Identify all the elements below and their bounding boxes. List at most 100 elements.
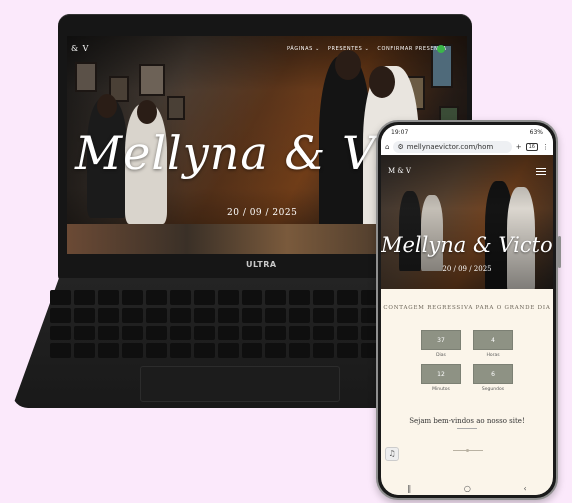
head [335, 50, 361, 80]
keyboard-key [97, 343, 119, 358]
hero-date: 20 / 09 / 2025 [442, 265, 492, 273]
status-time: 19:07 [391, 128, 409, 136]
back-icon[interactable]: ‹ [523, 484, 526, 493]
countdown-value: 37 [421, 330, 461, 350]
countdown-value: 12 [421, 364, 461, 384]
home-icon[interactable]: ⌂ [385, 143, 389, 151]
keyboard-key [145, 307, 167, 323]
keyboard-key [50, 343, 71, 358]
head [137, 100, 157, 124]
countdown-label: Dias [436, 353, 446, 358]
keyboard-key [241, 325, 263, 341]
browser-url-bar: ⌂ ⚙ mellynaevictor.com/hom + 16 ⋮ [381, 139, 553, 155]
countdown-minutes: 12 Minutos [421, 364, 461, 392]
wall-frame [139, 64, 165, 96]
phone-hero: M & V Mellyna & Victor 20 / 09 / 2025 [381, 155, 553, 289]
keyboard-key [289, 290, 311, 305]
keyboard-key [97, 325, 119, 341]
keyboard-key [265, 325, 287, 341]
music-note-icon[interactable]: ♫ [385, 447, 399, 461]
keyboard-key [97, 307, 119, 323]
keyboard-key [289, 307, 311, 323]
keyboard-key [217, 290, 239, 305]
android-nav-bar: ‖ ○ ‹ [381, 481, 553, 495]
site-info-icon[interactable]: ⚙ [397, 143, 403, 151]
nav-item-paginas[interactable]: PÁGINAS [287, 46, 320, 52]
head [97, 94, 117, 118]
keyboard-key [313, 307, 335, 323]
head [369, 66, 395, 98]
keyboard-key [313, 343, 335, 358]
phone-side-button [558, 236, 561, 268]
keyboard-key [337, 343, 359, 358]
countdown-hours: 4 Horas [473, 330, 513, 358]
phone-screen: 19:07 63% ⌂ ⚙ mellynaevictor.com/hom + 1… [381, 125, 553, 495]
language-flag-icon[interactable] [437, 45, 445, 53]
keyboard-key [265, 307, 287, 323]
keyboard-key [50, 325, 71, 341]
site-logo[interactable]: & V [71, 44, 89, 53]
hamburger-menu-icon[interactable] [536, 166, 546, 177]
wall-frame [75, 62, 97, 92]
countdown-value: 6 [473, 364, 513, 384]
site-logo[interactable]: M & V [388, 167, 411, 175]
keyboard-key [73, 290, 95, 305]
keyboard-key [50, 290, 71, 305]
url-field[interactable]: ⚙ mellynaevictor.com/hom [393, 141, 512, 153]
status-bar: 19:07 63% [381, 125, 553, 139]
home-circle-icon[interactable]: ○ [464, 484, 471, 493]
keyboard-key [145, 325, 167, 341]
touchpad [140, 366, 340, 402]
keyboard-key [121, 343, 143, 358]
countdown-label: Segundos [481, 387, 505, 392]
keyboard-key [193, 307, 215, 323]
welcome-underline [457, 428, 477, 429]
more-options-icon[interactable]: ⋮ [542, 143, 549, 151]
keyboard-key [193, 325, 215, 341]
keyboard-key [169, 290, 191, 305]
countdown-label: Horas [486, 353, 500, 358]
keyboard-key [313, 290, 335, 305]
site-nav: PÁGINAS PRESENTES CONFIRMAR PRESENÇA [287, 46, 447, 52]
keyboard-key [241, 343, 263, 358]
tab-count-button[interactable]: 16 [525, 143, 538, 151]
welcome-text: Sejam bem-vindos ao nosso site! [409, 417, 525, 425]
new-tab-icon[interactable]: + [516, 143, 522, 151]
url-text: mellynaevictor.com/hom [406, 143, 494, 151]
countdown-seconds: 6 Segundos [473, 364, 513, 392]
keyboard-key [241, 290, 263, 305]
nav-item-presentes[interactable]: PRESENTES [328, 46, 370, 52]
ornament-divider [453, 449, 483, 452]
keyboard-key [265, 290, 287, 305]
keyboard-key [145, 290, 167, 305]
keyboard-key [169, 307, 191, 323]
countdown-days: 37 Dias [421, 330, 461, 358]
keyboard-key [217, 343, 239, 358]
keyboard-key [121, 325, 143, 341]
keyboard-key [337, 325, 359, 341]
keyboard-key [241, 307, 263, 323]
keyboard-key [121, 290, 143, 305]
keyboard-key [169, 325, 191, 341]
keyboard-key [73, 307, 95, 323]
laptop-brand-logo: ULTRA [246, 260, 277, 269]
status-battery: 63% [529, 128, 543, 136]
countdown-label: Minutos [432, 387, 450, 392]
keyboard-key [121, 307, 143, 323]
keyboard-key [169, 343, 191, 358]
hero-title: Mellyna & Victor [381, 233, 553, 257]
recents-icon[interactable]: ‖ [407, 484, 411, 493]
keyboard-key [289, 325, 311, 341]
countdown-value: 4 [473, 330, 513, 350]
keyboard [50, 290, 430, 358]
countdown-grid: 37 Dias 4 Horas 12 Minutos 6 Segundos [421, 330, 515, 392]
countdown-heading: CONTAGEM REGRESSIVA PARA O GRANDE DIA [383, 305, 551, 311]
keyboard-key [337, 307, 359, 323]
keyboard-key [337, 290, 359, 305]
keyboard-key [289, 343, 311, 358]
keyboard-key [217, 325, 239, 341]
keyboard-key [97, 290, 119, 305]
hero-date: 20 / 09 / 2025 [227, 208, 298, 218]
keyboard-key [145, 343, 167, 358]
keyboard-key [217, 307, 239, 323]
